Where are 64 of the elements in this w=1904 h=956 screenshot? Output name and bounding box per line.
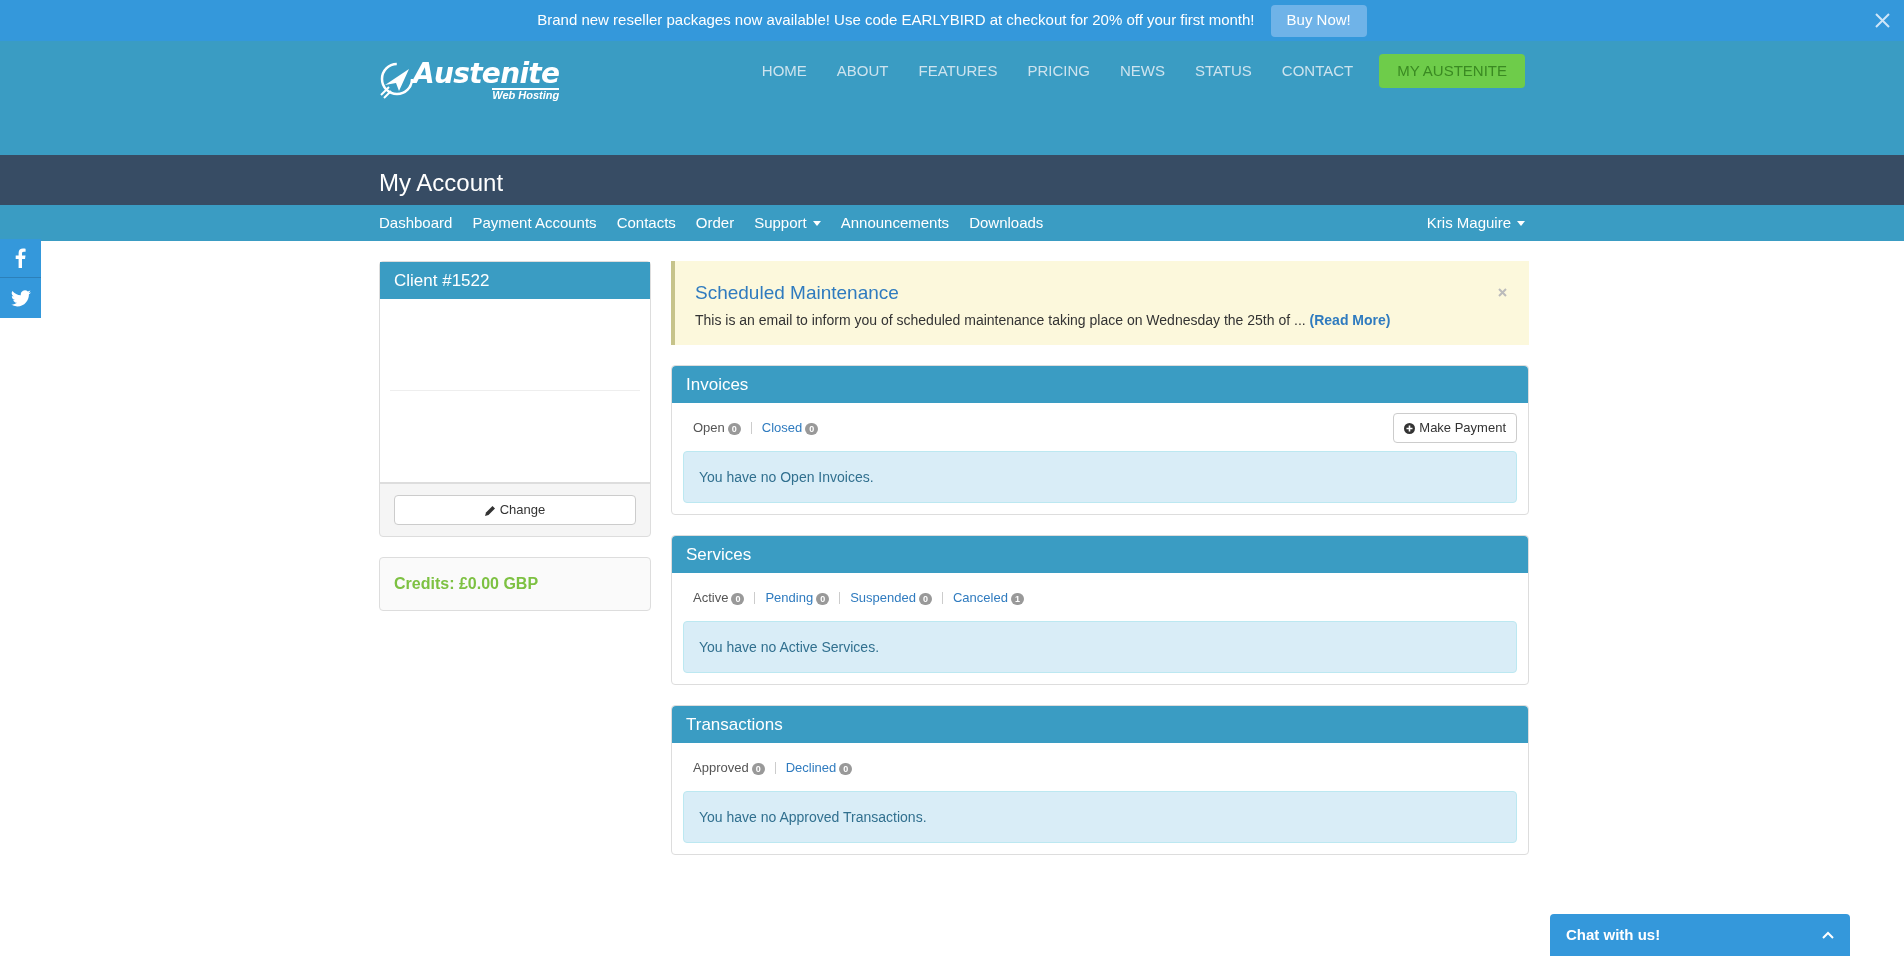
my-account-button[interactable]: MY AUSTENITE [1379, 54, 1525, 88]
filter-tab[interactable]: Pending 0 [765, 588, 830, 608]
info-message: You have no Active Services. [699, 637, 880, 657]
twitter-button[interactable] [0, 278, 41, 318]
info-message: You have no Approved Transactions. [699, 807, 927, 827]
user-menu[interactable]: Kris Maguire [1426, 211, 1525, 235]
nav-link[interactable]: Dashboard [379, 211, 453, 235]
filter-tab[interactable]: Closed 0 [761, 418, 819, 438]
read-more-link[interactable]: (Read More) [1309, 311, 1391, 328]
credits-text: Credits: £0.00 GBP [394, 574, 539, 594]
change-button[interactable]: Change [394, 495, 636, 525]
count-badge: 0 [727, 423, 741, 435]
filter-tab[interactable]: Suspended 0 [850, 588, 932, 608]
nav-link[interactable]: Payment Accounts [472, 211, 597, 235]
facebook-button[interactable] [0, 239, 41, 278]
nav-link[interactable]: HOME [761, 59, 807, 83]
count-badge: 0 [816, 593, 830, 605]
nav-link[interactable]: CONTACT [1281, 59, 1354, 83]
filter-tab[interactable]: Open 0 [693, 418, 741, 438]
caret-icon [812, 220, 821, 226]
card-title: Client #1522 [394, 269, 490, 292]
count-badge: 0 [839, 763, 853, 775]
info-message: You have no Open Invoices. [699, 467, 874, 487]
nav-link[interactable]: Contacts [616, 211, 676, 235]
logo[interactable]: Austenite Web Hosting [379, 60, 560, 101]
paper-plane-icon [379, 61, 413, 101]
nav-link[interactable]: Order [695, 211, 735, 235]
panel-title: Invoices [686, 373, 749, 396]
nav-link[interactable]: PRICING [1027, 59, 1090, 83]
nav-link[interactable]: Support [754, 211, 821, 235]
panel-title: Services [686, 543, 752, 566]
logo-tagline: Web Hosting [492, 88, 560, 101]
filter-tab[interactable]: Approved 0 [693, 758, 765, 778]
nav-link[interactable]: ABOUT [836, 59, 889, 83]
announcement-title[interactable]: Scheduled Maintenance [695, 279, 1509, 308]
facebook-icon [15, 248, 26, 268]
filter-tab[interactable]: Active 0 [693, 588, 745, 608]
nav-link[interactable]: STATUS [1194, 59, 1252, 83]
chat-widget[interactable]: Chat with us! [1550, 914, 1850, 956]
nav-link[interactable]: Announcements [840, 211, 950, 235]
count-badge: 0 [805, 423, 819, 435]
close-icon[interactable] [1875, 13, 1890, 28]
count-badge: 0 [731, 593, 745, 605]
logo-text: Austenite [413, 60, 560, 88]
caret-icon [1517, 220, 1525, 226]
count-badge: 0 [918, 593, 932, 605]
filter-tab[interactable]: Declined 0 [785, 758, 853, 778]
filter-tab[interactable]: Canceled 1 [952, 588, 1024, 608]
promo-message: Brand new reseller packages now available! Use code EARLYBIRD at checkout for 20% off your first month! [537, 10, 1255, 31]
nav-link[interactable]: FEATURES [918, 59, 998, 83]
nav-link[interactable]: NEWS [1119, 59, 1165, 83]
page-title: My Account [379, 168, 505, 198]
nav-link[interactable]: Downloads [969, 211, 1044, 235]
plus-circle-icon [1404, 422, 1416, 434]
chevron-up-icon [1822, 931, 1834, 939]
twitter-icon [10, 289, 31, 307]
close-icon[interactable] [1498, 288, 1507, 297]
pencil-icon [484, 504, 496, 516]
buy-now-button[interactable]: Buy Now! [1270, 4, 1367, 37]
count-badge: 0 [751, 763, 765, 775]
count-badge: 1 [1010, 593, 1024, 605]
make-payment-button[interactable]: Make Payment [1393, 413, 1517, 443]
panel-title: Transactions [686, 713, 783, 736]
announcement-text: This is an email to inform you of scheduled maintenance taking place on Wednesday the 25th of ... (Read More) [695, 310, 1392, 330]
